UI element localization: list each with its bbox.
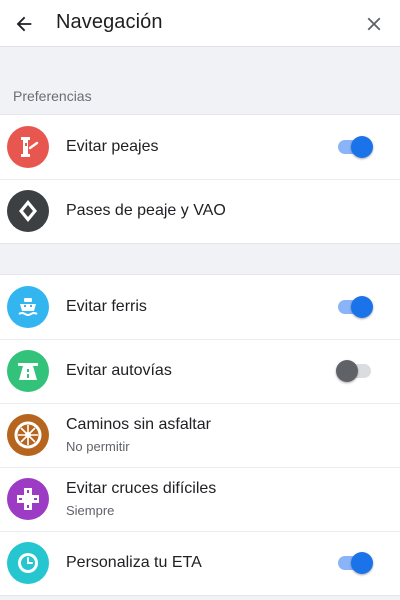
clock-icon (7, 542, 49, 584)
toll-booth-icon (7, 126, 49, 168)
diamond-lane-icon (7, 190, 49, 232)
row-title: Evitar cruces difíciles (66, 480, 217, 497)
preferences-group: Evitar peajes Pases de peaje y VAO (0, 114, 400, 244)
close-button[interactable] (356, 6, 392, 42)
intersection-icon (7, 478, 49, 520)
close-icon (367, 17, 381, 31)
arrow-back-icon (16, 16, 32, 32)
wheel-icon (7, 414, 49, 456)
row-title: Evitar ferris (66, 298, 147, 315)
row-title: Evitar peajes (66, 138, 159, 155)
app-header: Navegación (0, 0, 400, 47)
row-title: Pases de peaje y VAO (66, 202, 226, 219)
toggle-personaliza-eta[interactable] (336, 551, 374, 575)
row-personaliza-eta[interactable]: Personaliza tu ETA (0, 531, 400, 595)
row-title: Evitar autovías (66, 362, 172, 379)
row-title: Caminos sin asfaltar (66, 416, 211, 433)
toggle-evitar-ferris[interactable] (336, 295, 374, 319)
row-evitar-ferris[interactable]: Evitar ferris (0, 275, 400, 339)
highway-icon (7, 350, 49, 392)
row-pases-de-peaje[interactable]: Pases de peaje y VAO (0, 179, 400, 243)
toggle-evitar-autovias[interactable] (336, 359, 374, 383)
row-evitar-peajes[interactable]: Evitar peajes (0, 115, 400, 179)
row-caminos-sin-asfaltar[interactable]: Caminos sin asfaltar No permitir (0, 403, 400, 467)
back-button[interactable] (6, 6, 42, 42)
row-subtitle: No permitir (66, 439, 130, 454)
row-subtitle: Siempre (66, 503, 115, 518)
row-evitar-autovias[interactable]: Evitar autovías (0, 339, 400, 403)
row-evitar-cruces-dificiles[interactable]: Evitar cruces difíciles Siempre (0, 467, 400, 531)
ferry-icon (7, 286, 49, 328)
route-options-group: Evitar ferris Evitar autovías Caminos si… (0, 274, 400, 596)
row-title: Personaliza tu ETA (66, 554, 202, 571)
section-label-preferencias: Preferencias (13, 88, 92, 104)
page-title: Navegación (56, 11, 163, 33)
toggle-evitar-peajes[interactable] (336, 135, 374, 159)
